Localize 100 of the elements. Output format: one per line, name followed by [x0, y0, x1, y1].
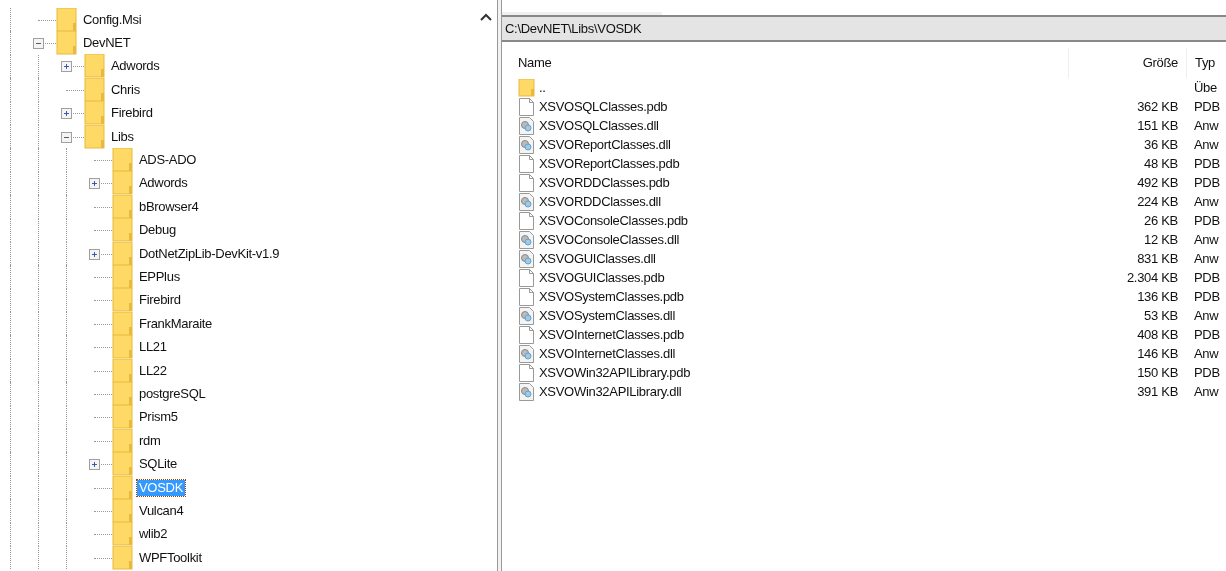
tree-item[interactable]: Chris	[109, 81, 142, 98]
file-name[interactable]: XSVORDDClasses.pdb	[539, 172, 670, 193]
folder-icon	[112, 241, 133, 266]
tree-item[interactable]: Libs	[109, 128, 136, 145]
tree-item[interactable]: bBrowser4	[137, 198, 201, 215]
folder-icon	[112, 498, 133, 523]
file-size: 26 KB	[1144, 211, 1178, 230]
file-name[interactable]: ..	[539, 77, 546, 98]
folder-icon	[112, 522, 133, 547]
file-icon	[518, 173, 535, 192]
folder-icon	[112, 475, 133, 500]
file-type: Anw	[1194, 382, 1219, 401]
file-name[interactable]: XSVOWin32APILibrary.dll	[539, 381, 682, 402]
file-size: 151 KB	[1137, 116, 1178, 135]
expand-icon[interactable]	[61, 108, 72, 120]
folder-icon	[112, 358, 133, 383]
folder-icon	[112, 452, 133, 477]
file-type: Anw	[1194, 116, 1219, 135]
column-header[interactable]: Größe	[1142, 53, 1178, 73]
file-name[interactable]: XSVOInternetClasses.dll	[539, 343, 676, 364]
file-size: 492 KB	[1137, 173, 1178, 192]
folder-icon	[112, 381, 133, 406]
folder-icon	[112, 405, 133, 430]
file-size: 224 KB	[1137, 192, 1178, 211]
path-bar: C:\DevNET\Libs\VOSDK	[502, 15, 1226, 42]
file-name[interactable]: XSVOInternetClasses.pdb	[539, 324, 684, 345]
column-header[interactable]: Typ	[1195, 53, 1216, 73]
expand-icon[interactable]	[89, 248, 100, 260]
file-name[interactable]: XSVOSystemClasses.pdb	[539, 286, 684, 307]
expand-icon[interactable]	[89, 459, 100, 471]
file-name[interactable]: XSVOSQLClasses.pdb	[539, 96, 668, 117]
folder-icon	[112, 545, 133, 570]
tree-item[interactable]: Debug	[137, 222, 178, 239]
file-size: 391 KB	[1137, 382, 1178, 401]
file-size: 12 KB	[1144, 230, 1178, 249]
folder-icon	[84, 124, 105, 149]
tree-item[interactable]: Firebird	[137, 292, 183, 309]
tree-item[interactable]: Firebird	[109, 105, 155, 122]
tree-item[interactable]: LL22	[137, 362, 169, 379]
tree-item[interactable]: DevNET	[81, 35, 133, 52]
file-size: 36 KB	[1144, 135, 1178, 154]
folder-icon	[112, 288, 133, 313]
folder-icon	[84, 101, 105, 126]
tree-item[interactable]: ADS-ADO	[137, 152, 199, 169]
folder-icon	[112, 194, 133, 219]
file-type: Anw	[1194, 135, 1219, 154]
file-type: PDB	[1194, 325, 1220, 344]
file-size: 408 KB	[1137, 325, 1178, 344]
tree-item[interactable]: wlib2	[137, 526, 170, 543]
tree-item[interactable]: FrankMaraite	[137, 315, 214, 332]
tree-item[interactable]: DotNetZipLib-DevKit-v1.9	[137, 245, 282, 262]
file-name[interactable]: XSVOReportClasses.dll	[539, 134, 671, 155]
tree-item[interactable]: Config.Msi	[81, 11, 144, 28]
folder-icon	[112, 265, 133, 289]
file-name[interactable]: XSVOGUIClasses.pdb	[539, 267, 665, 288]
file-name[interactable]: XSVOSystemClasses.dll	[539, 305, 676, 326]
gear-file-icon	[518, 230, 535, 249]
tree-item[interactable]: Adwords	[137, 175, 190, 192]
file-type: PDB	[1194, 363, 1220, 382]
folder-icon	[84, 77, 105, 102]
collapse-icon[interactable]	[61, 131, 72, 143]
file-size: 53 KB	[1144, 306, 1178, 325]
tree-item[interactable]: WPFToolkit	[137, 549, 204, 566]
tree-item[interactable]: rdm	[137, 432, 163, 449]
file-name[interactable]: XSVOGUIClasses.dll	[539, 248, 656, 269]
file-icon	[518, 268, 535, 287]
folder-icon	[518, 78, 535, 97]
folder-icon	[112, 218, 133, 243]
column-header[interactable]: Name	[518, 55, 552, 71]
tree-item[interactable]: SQLite	[137, 456, 179, 473]
file-name[interactable]: XSVORDDClasses.dll	[539, 191, 661, 212]
file-size: 136 KB	[1137, 287, 1178, 306]
tree-item[interactable]: Vulcan4	[137, 502, 186, 519]
gear-file-icon	[518, 192, 535, 211]
folder-icon	[112, 311, 133, 336]
file-name[interactable]: XSVOSQLClasses.dll	[539, 115, 659, 136]
expand-icon[interactable]	[89, 178, 100, 190]
file-name[interactable]: XSVOConsoleClasses.dll	[539, 229, 680, 250]
tree-item[interactable]: Adwords	[109, 58, 162, 75]
file-name[interactable]: XSVOWin32APILibrary.pdb	[539, 362, 691, 383]
tree-item[interactable]: LL21	[137, 339, 169, 356]
file-size: 831 KB	[1137, 249, 1178, 268]
folder-icon	[56, 31, 77, 56]
file-type: PDB	[1194, 97, 1220, 116]
file-type: PDB	[1194, 173, 1220, 192]
file-icon	[518, 363, 535, 382]
file-size: 2.304 KB	[1126, 268, 1178, 287]
scroll-up-icon[interactable]	[480, 12, 492, 22]
file-name[interactable]: XSVOConsoleClasses.pdb	[539, 210, 688, 231]
tree-item[interactable]: EPPlus	[137, 269, 182, 285]
file-type: Anw	[1194, 192, 1219, 211]
gear-file-icon	[518, 382, 535, 401]
file-size: 146 KB	[1137, 344, 1178, 363]
expand-icon[interactable]	[61, 61, 72, 73]
folder-icon	[112, 171, 133, 196]
collapse-icon[interactable]	[33, 38, 44, 50]
file-icon	[518, 211, 535, 230]
tree-item[interactable]: Prism5	[137, 409, 180, 426]
file-name[interactable]: XSVOReportClasses.pdb	[539, 153, 680, 174]
tree-item[interactable]: postgreSQL	[137, 385, 208, 402]
